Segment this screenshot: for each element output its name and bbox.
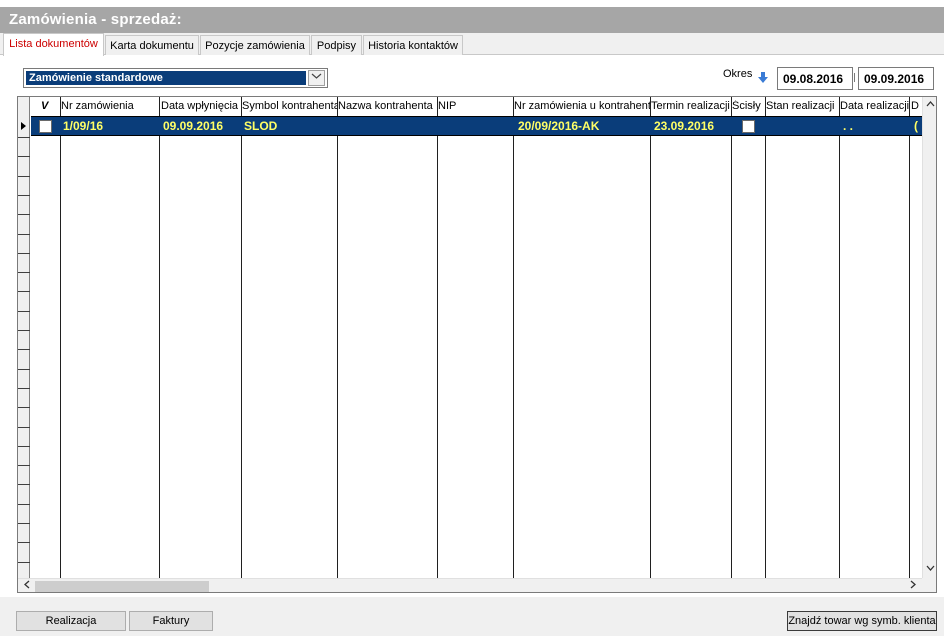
header-stan-realizacji[interactable]: Stan realizacji [766, 100, 839, 112]
row-indicator-tick [18, 427, 30, 428]
cell-termin-realizacji: 23.09.2016 [654, 119, 715, 133]
column-separator [731, 97, 732, 578]
period-from-input[interactable]: 09.08.2016 [777, 67, 853, 90]
cell-nr-zamowienia: 1/09/16 [63, 119, 104, 133]
tab-lista-dokumentow[interactable]: Lista dokumentów [3, 33, 104, 56]
row-indicator-tick [18, 176, 30, 177]
period-to-input[interactable]: 09.09.2016 [858, 67, 934, 90]
scroll-left-icon[interactable] [20, 580, 33, 592]
row-indicator-tick [18, 484, 30, 485]
row-indicator-tick [18, 311, 30, 312]
scroll-up-icon[interactable] [924, 99, 936, 112]
header-symbol-kontrahenta[interactable]: Symbol kontrahenta [242, 100, 337, 112]
chevron-down-icon[interactable] [308, 70, 325, 86]
tab-podpisy[interactable]: Podpisy [311, 35, 362, 55]
documents-grid[interactable]: V Nr zamówienia Data wpłynięcia Symbol k… [17, 96, 937, 593]
column-separator [159, 97, 160, 578]
header-v[interactable]: V [41, 100, 53, 112]
header-nr-zamowienia-u-kontrahenta[interactable]: Nr zamówienia u kontrahenta [514, 100, 650, 112]
row-indicator-tick [18, 504, 30, 505]
faktury-button[interactable]: Faktury [129, 611, 213, 631]
tab-strip: Lista dokumentów Karta dokumentu Pozycje… [0, 33, 944, 56]
row-indicator-tick [18, 523, 30, 524]
znajdz-towar-button[interactable]: Znajdź towar wg symb. klienta [787, 611, 937, 631]
row-indicator-tick [18, 446, 30, 447]
row-indicator-tick [18, 562, 30, 563]
column-separator [241, 97, 242, 578]
vertical-scrollbar[interactable] [922, 97, 936, 578]
column-separator [765, 97, 766, 578]
tab-pozycje-zamowienia[interactable]: Pozycje zamówienia [200, 35, 310, 55]
row-indicator-tick [18, 388, 30, 389]
column-separator [839, 97, 840, 578]
column-separator [650, 97, 651, 578]
row-indicator-tick [18, 195, 30, 196]
row-indicator-tick [18, 407, 30, 408]
current-row-arrow-icon [21, 122, 26, 130]
cell-scisly-checkbox[interactable] [742, 120, 755, 133]
column-separator [909, 97, 910, 578]
column-separator [513, 97, 514, 578]
realizacja-button[interactable]: Realizacja [16, 611, 126, 631]
row-indicator-tick [18, 330, 30, 331]
header-data-realizacji[interactable]: Data realizacji [840, 100, 909, 112]
row-indicator-column [18, 97, 30, 578]
tab-historia-kontaktow[interactable]: Historia kontaktów [363, 35, 463, 55]
cell-data-wplyniecia: 09.09.2016 [163, 119, 224, 133]
header-data-wplyniecia[interactable]: Data wpłynięcia [161, 100, 241, 112]
tab-karta-dokumentu[interactable]: Karta dokumentu [105, 35, 199, 55]
arrow-down-icon[interactable] [758, 72, 768, 84]
window-title: Zamówienia - sprzedaż: [0, 7, 944, 33]
scrollbar-corner [922, 578, 936, 592]
scroll-right-icon[interactable] [906, 580, 919, 592]
row-indicator-tick [18, 253, 30, 254]
document-type-select[interactable]: Zamówienie standardowe [23, 68, 328, 88]
cell-symbol-kontrahenta: SLOD [244, 119, 278, 133]
scroll-down-icon[interactable] [924, 563, 936, 576]
cell-nr-zamowienia-u-kontrahenta: 20/09/2016-AK [518, 119, 600, 133]
header-nazwa-kontrahenta[interactable]: Nazwa kontrahenta [338, 100, 436, 112]
row-indicator-tick [18, 234, 30, 235]
top-strip [0, 0, 944, 7]
date-separator [854, 73, 857, 82]
header-nr-zamowienia[interactable]: Nr zamówienia [61, 100, 158, 112]
header-d[interactable]: D [911, 100, 921, 112]
header-scisly[interactable]: Ścisły [732, 100, 765, 112]
period-label: Okres [723, 68, 753, 80]
row-indicator-tick [18, 465, 30, 466]
row-indicator-tick [18, 542, 30, 543]
cell-d: ( [914, 119, 918, 133]
column-separator [337, 97, 338, 578]
row-select-checkbox[interactable] [39, 120, 52, 133]
column-separator [60, 97, 61, 578]
row-indicator-tick [18, 272, 30, 273]
row-indicator-tick [18, 137, 30, 138]
row-indicator-tick [18, 349, 30, 350]
horizontal-scrollbar[interactable] [18, 578, 922, 592]
column-separator [437, 97, 438, 578]
row-indicator-tick [18, 291, 30, 292]
row-indicator-tick [18, 369, 30, 370]
horizontal-scroll-thumb[interactable] [35, 581, 209, 592]
header-termin-realizacji[interactable]: Termin realizacji [651, 100, 731, 112]
header-nip[interactable]: NIP [438, 100, 512, 112]
row-indicator-tick [18, 214, 30, 215]
cell-data-realizacji: . . [843, 119, 854, 133]
row-indicator-tick [18, 156, 30, 157]
document-type-value: Zamówienie standardowe [26, 71, 306, 85]
